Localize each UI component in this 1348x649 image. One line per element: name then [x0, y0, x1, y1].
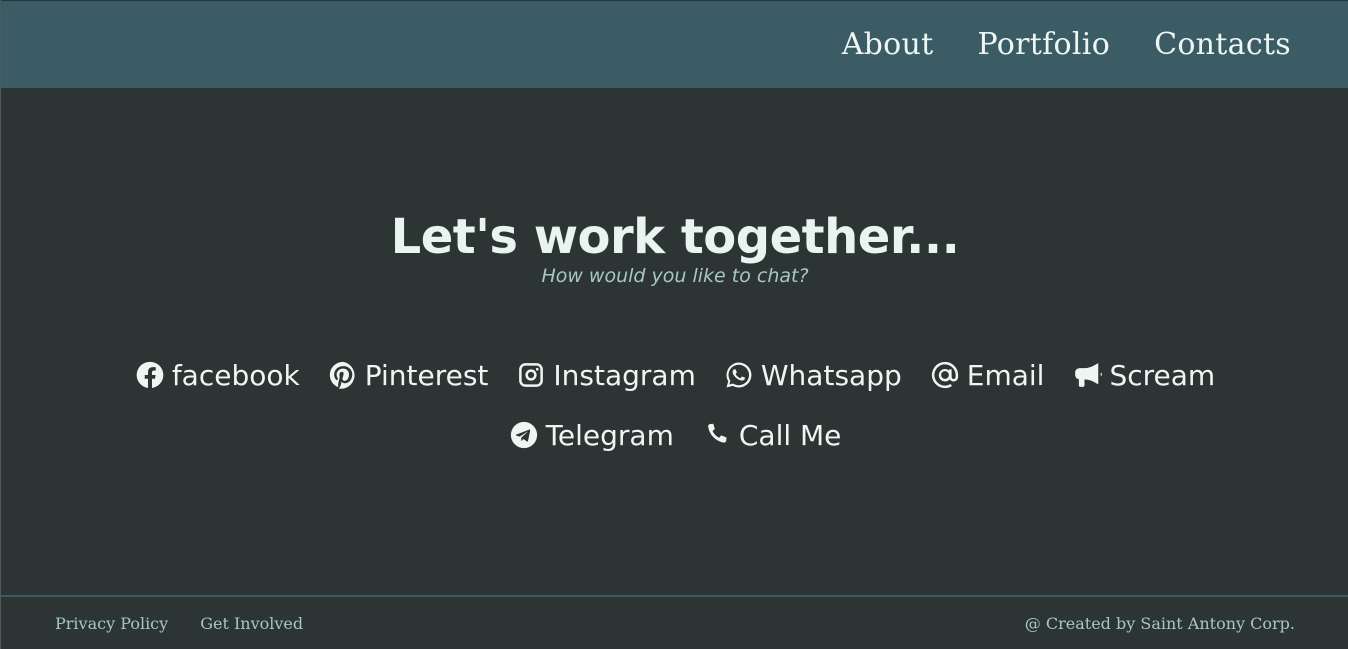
email-label: Email: [966, 358, 1045, 392]
footer: Privacy Policy Get Involved @ Created by…: [1, 595, 1348, 649]
facebook-label: facebook: [171, 358, 300, 392]
nav-about-link[interactable]: About: [842, 27, 934, 62]
call-me-label: Call Me: [738, 418, 842, 452]
phone-icon: [707, 423, 727, 443]
instagram-link[interactable]: Instagram: [516, 355, 696, 395]
contact-links-row-2: Telegram Call Me: [1, 415, 1348, 455]
megaphone-icon: [1075, 363, 1103, 387]
scream-link[interactable]: Scream: [1072, 355, 1215, 395]
instagram-icon: [519, 363, 544, 387]
pinterest-link[interactable]: Pinterest: [328, 355, 489, 395]
call-me-link[interactable]: Call Me: [702, 415, 842, 455]
telegram-link[interactable]: Telegram: [509, 415, 674, 455]
at-icon: [931, 361, 958, 389]
whatsapp-icon: [726, 362, 752, 388]
hero-subtitle: How would you like to chat?: [541, 265, 809, 287]
telegram-icon: [510, 421, 537, 449]
telegram-label: Telegram: [545, 418, 674, 452]
top-nav: About Portfolio Contacts: [1, 0, 1348, 88]
nav-contacts-link[interactable]: Contacts: [1154, 27, 1291, 62]
facebook-icon: [136, 361, 164, 388]
pinterest-label: Pinterest: [364, 358, 489, 392]
pinterest-icon: [329, 361, 355, 389]
facebook-link[interactable]: facebook: [135, 355, 300, 395]
whatsapp-label: Whatsapp: [760, 358, 902, 392]
nav-portfolio-link[interactable]: Portfolio: [978, 27, 1111, 62]
hero-section: Let's work together... How would you lik…: [1, 205, 1348, 287]
instagram-label: Instagram: [553, 358, 696, 392]
privacy-policy-link[interactable]: Privacy Policy: [55, 614, 168, 633]
whatsapp-link[interactable]: Whatsapp: [724, 355, 902, 395]
hero-title: Let's work together...: [390, 209, 960, 265]
email-link[interactable]: Email: [930, 355, 1045, 395]
get-involved-link[interactable]: Get Involved: [200, 614, 303, 633]
copyright-text: @ Created by Saint Antony Corp.: [1024, 613, 1295, 633]
scream-label: Scream: [1109, 358, 1216, 392]
contact-links-row-1: facebook Pinterest Instagram Whatsapp Em…: [1, 355, 1348, 395]
